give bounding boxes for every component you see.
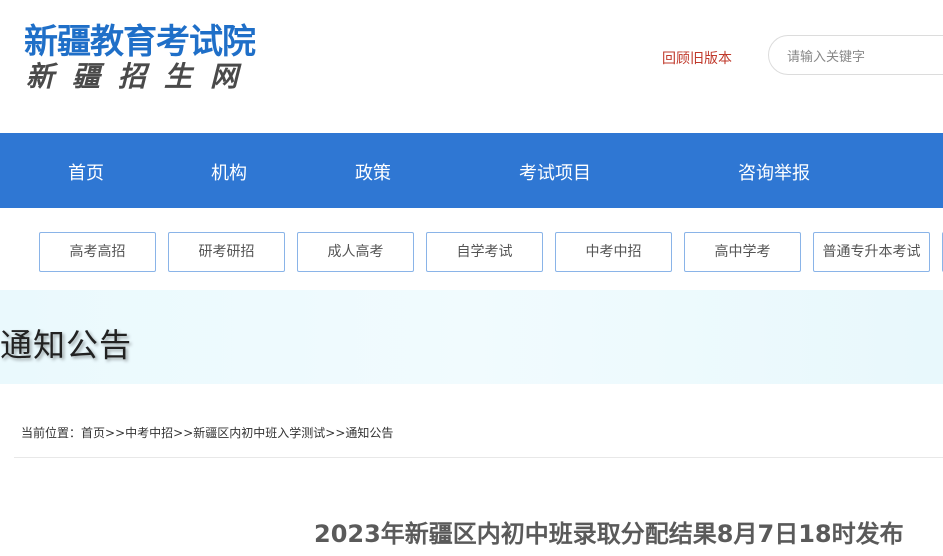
nav-item-exam-projects[interactable]: 考试项目 xyxy=(519,159,591,185)
breadcrumb-separator: >> xyxy=(173,426,194,440)
breadcrumb-separator: >> xyxy=(325,426,346,440)
category-tab-graduate[interactable]: 研考研招 xyxy=(168,232,285,272)
breadcrumb: 当前位置：首页>>中考中招>>新疆区内初中班入学测试>>通知公告 xyxy=(21,424,393,441)
search-input[interactable] xyxy=(785,46,943,68)
section-banner: 通知公告 xyxy=(0,290,943,384)
breadcrumb-item-test[interactable]: 新疆区内初中班入学测试 xyxy=(193,426,325,440)
category-tab-high-school[interactable]: 高中学考 xyxy=(684,232,801,272)
nav-item-organization[interactable]: 机构 xyxy=(211,159,247,185)
site-header: 新疆教育考试院 新疆招生网 回顾旧版本 xyxy=(0,0,943,133)
search-box xyxy=(768,35,943,75)
banner-title: 通知公告 xyxy=(0,326,133,364)
breadcrumb-divider xyxy=(14,457,943,458)
old-version-link[interactable]: 回顾旧版本 xyxy=(662,48,732,68)
breadcrumb-item-home[interactable]: 首页 xyxy=(81,426,105,440)
breadcrumb-item-notices[interactable]: 通知公告 xyxy=(345,426,393,440)
category-tab-zhongkao[interactable]: 中考中招 xyxy=(555,232,672,272)
site-logo-subtitle[interactable]: 新疆招生网 xyxy=(26,55,256,95)
breadcrumb-item-zhongkao[interactable]: 中考中招 xyxy=(125,426,173,440)
category-tab-upgrade[interactable]: 普通专升本考试 xyxy=(813,232,930,272)
breadcrumb-prefix: 当前位置： xyxy=(21,426,82,440)
breadcrumb-separator: >> xyxy=(105,426,126,440)
article-title: 2023年新疆区内初中班录取分配结果8月7日18时发布 xyxy=(314,520,904,548)
category-tab-adult[interactable]: 成人高考 xyxy=(297,232,414,272)
main-nav: 首页 机构 政策 考试项目 咨询举报 xyxy=(0,133,943,208)
nav-item-consult-report[interactable]: 咨询举报 xyxy=(738,159,810,185)
nav-item-policy[interactable]: 政策 xyxy=(355,159,391,185)
nav-item-home[interactable]: 首页 xyxy=(68,159,104,185)
category-tab-gaokao[interactable]: 高考高招 xyxy=(39,232,156,272)
category-tab-self-study[interactable]: 自学考试 xyxy=(426,232,543,272)
